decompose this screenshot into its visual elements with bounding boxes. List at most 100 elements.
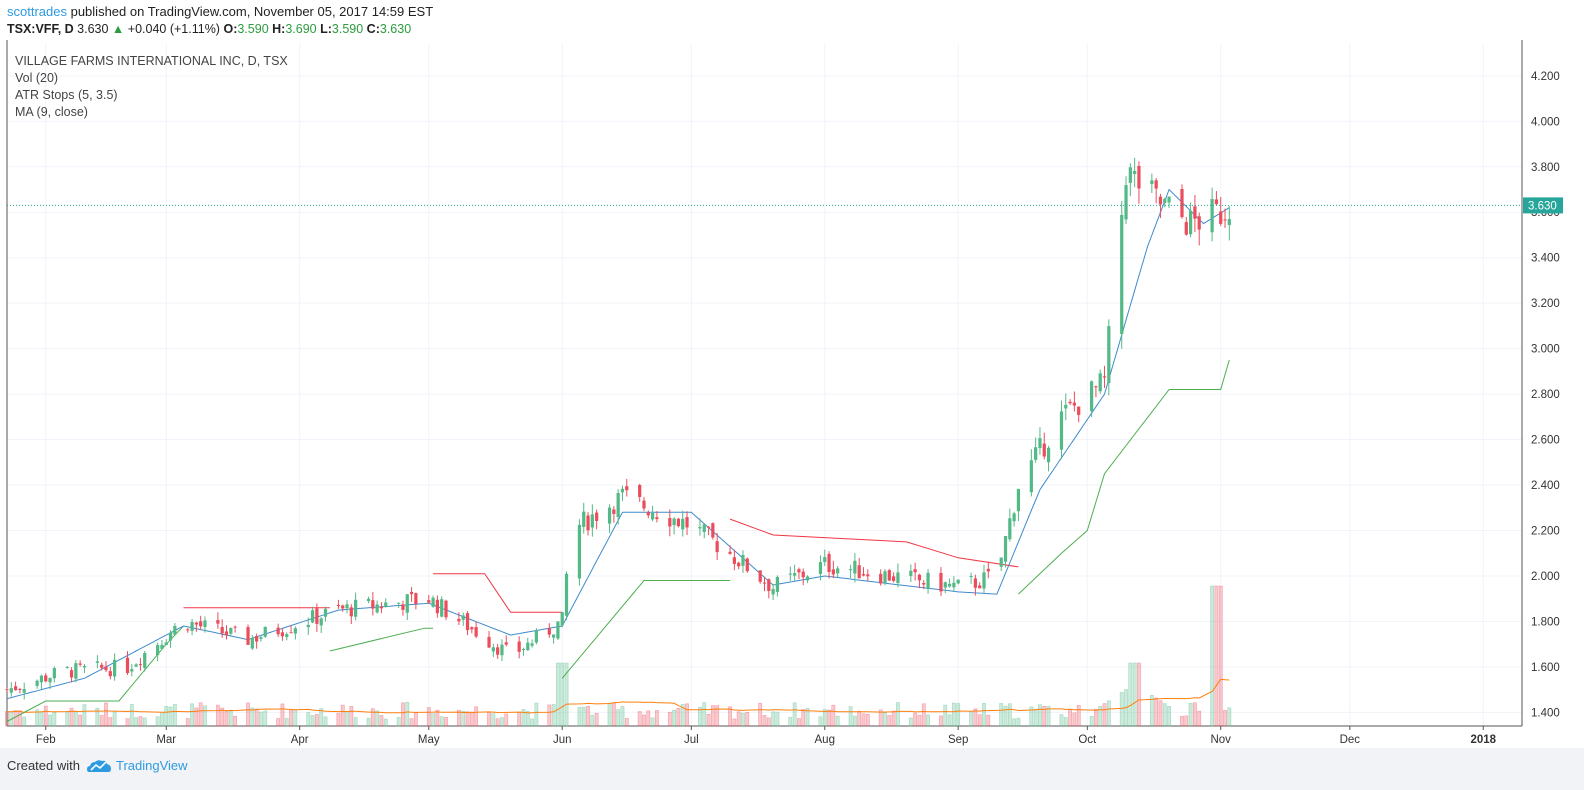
candle-body	[896, 572, 900, 584]
volume-bar	[736, 711, 741, 727]
candle-body	[349, 607, 353, 617]
volume-bar	[818, 716, 823, 727]
volume-bar	[883, 712, 887, 727]
volume-bar	[112, 710, 117, 727]
candle-body	[255, 636, 259, 642]
volume-bar	[1158, 700, 1163, 727]
candle-body	[134, 664, 138, 667]
volume-bar	[1033, 708, 1038, 727]
x-tick-label: 2018	[1470, 734, 1496, 746]
candle-body	[1184, 222, 1188, 235]
candle-body	[125, 657, 130, 674]
volume-bar	[1227, 707, 1232, 727]
volume-bar	[943, 704, 948, 727]
candle-body	[276, 627, 280, 635]
volume-bar	[827, 709, 831, 727]
candle-body	[917, 574, 922, 581]
volume-bar	[1016, 717, 1021, 727]
y-tick-label: 4.200	[1531, 71, 1560, 83]
candle-body	[52, 668, 56, 679]
volume-bar	[293, 710, 298, 727]
volume-bar	[164, 705, 169, 727]
candle-body	[857, 565, 861, 579]
legend-atr-stops[interactable]: ATR Stops (5, 3.5)	[15, 87, 288, 104]
candle-body	[156, 644, 160, 656]
candle-body	[788, 573, 792, 575]
candle-body	[973, 578, 978, 588]
candle-body	[9, 688, 13, 693]
candle-body	[698, 527, 702, 529]
volume-bar	[530, 718, 534, 727]
candle-body	[1150, 180, 1154, 185]
low-value: 3.590	[331, 22, 364, 36]
volume-bar	[259, 711, 263, 727]
candle-body	[164, 642, 168, 645]
tradingview-logo-icon[interactable]	[86, 756, 112, 776]
ohlc-line: TSX:VFF, D 3.630 ▲ +0.040 (+1.11%) O:3.5…	[7, 22, 411, 36]
volume-bar	[547, 704, 552, 727]
x-tick-label: Sep	[948, 734, 968, 746]
candle-body	[517, 641, 521, 652]
candle-body	[345, 604, 349, 609]
volume-bar	[401, 702, 405, 727]
candle-body	[999, 557, 1003, 567]
candle-body	[310, 610, 315, 623]
x-tick-label: Aug	[815, 734, 835, 746]
candle-body	[203, 620, 207, 627]
y-tick-label: 3.000	[1531, 344, 1560, 356]
author-link[interactable]: scottrades	[7, 4, 67, 19]
volume-bar	[65, 711, 70, 727]
x-tick-label: Dec	[1340, 734, 1361, 746]
volume-bar	[155, 716, 160, 727]
volume-bar	[1038, 704, 1042, 727]
volume-bar	[426, 707, 431, 727]
candle-body	[681, 518, 685, 530]
candle-body	[978, 585, 982, 589]
volume-bar	[439, 716, 444, 727]
candle-body	[250, 637, 254, 649]
candle-body	[1133, 170, 1137, 174]
volume-bar	[672, 709, 677, 727]
volume-bar	[797, 718, 801, 727]
candle-body	[655, 517, 659, 520]
legend-moving-average[interactable]: MA (9, close)	[15, 104, 288, 121]
volume-bar	[926, 714, 930, 727]
candle-body	[668, 518, 672, 527]
candle-body	[470, 627, 474, 630]
x-tick-label: Jul	[684, 734, 699, 746]
volume-bar	[198, 702, 203, 727]
candle-body	[913, 569, 917, 573]
volume-bar	[465, 711, 470, 727]
volume-bar	[1068, 708, 1072, 727]
volume-bar	[5, 711, 9, 727]
candle-body	[586, 515, 590, 531]
candle-body	[229, 627, 233, 634]
candle-body	[607, 507, 612, 524]
volume-bar	[228, 710, 233, 727]
legend-volume[interactable]: Vol (20)	[15, 70, 288, 87]
volume-bar	[624, 717, 629, 727]
volume-bar	[349, 706, 354, 727]
volume-bar	[1072, 712, 1077, 727]
volume-bar	[233, 715, 238, 727]
volume-bar	[1223, 710, 1227, 727]
volume-bar	[129, 704, 134, 727]
chart-header: scottrades published on TradingView.com,…	[0, 0, 1584, 40]
tradingview-brand-link[interactable]: TradingView	[116, 758, 188, 773]
volume-bar	[525, 711, 530, 727]
candle-body	[672, 518, 676, 526]
candle-body	[35, 680, 39, 686]
candle-body	[504, 642, 508, 645]
candle-body	[246, 627, 250, 645]
volume-bar	[551, 704, 556, 727]
volume-bar	[857, 710, 862, 727]
candle-body	[285, 634, 289, 638]
volume-bar	[314, 714, 319, 727]
price-chart[interactable]: 4.2004.0003.8003.6003.4003.2003.0002.800…	[0, 40, 1584, 748]
volume-bar	[1059, 714, 1064, 727]
volume-bar	[99, 715, 104, 727]
volume-bar	[865, 714, 870, 727]
candle-body	[564, 573, 569, 616]
volume-bar	[771, 711, 776, 727]
candle-body	[711, 523, 715, 538]
